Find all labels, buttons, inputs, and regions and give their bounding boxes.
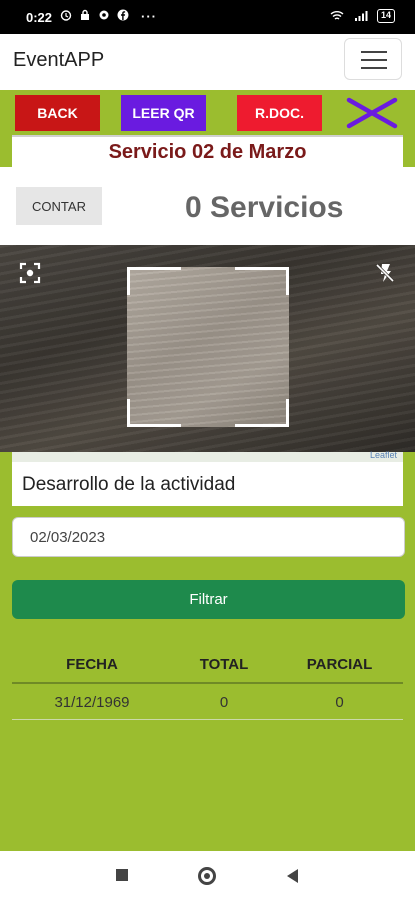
header-fecha: FECHA — [66, 656, 118, 673]
cell-total: 0 — [219, 694, 229, 711]
system-nav-bar — [0, 851, 415, 900]
table-header: FECHA TOTAL PARCIAL — [12, 650, 403, 684]
activity-label: Desarrollo de la actividad — [22, 474, 236, 495]
back-button[interactable]: BACK — [15, 95, 100, 131]
scan-target-box — [127, 267, 289, 427]
app-brand[interactable]: EventAPP — [13, 49, 104, 72]
cell-fecha: 31/12/1969 — [54, 694, 130, 711]
scan-corner — [127, 267, 181, 295]
status-bar: 0:22 ··· 14 — [0, 0, 415, 34]
results-table: FECHA TOTAL PARCIAL 31/12/1969 0 0 — [12, 650, 403, 720]
scan-corner — [235, 399, 289, 427]
scan-frame-icon[interactable] — [19, 262, 41, 284]
signal-icon — [354, 11, 368, 21]
qr-scanner-view[interactable] — [0, 245, 415, 452]
flash-off-icon[interactable] — [374, 262, 396, 284]
table-row: 31/12/1969 0 0 — [12, 684, 403, 720]
status-more-dots: ··· — [141, 9, 157, 24]
battery-icon: 14 — [376, 9, 395, 23]
close-x-icon[interactable] — [346, 97, 398, 129]
cell-parcial: 0 — [335, 694, 344, 711]
hamburger-bar — [361, 67, 387, 69]
alarm-icon — [60, 10, 72, 21]
services-count: 0 Servicios — [185, 191, 344, 224]
scan-corner — [235, 267, 289, 295]
map-strip: Leaflet — [12, 450, 403, 462]
facebook-icon — [117, 9, 129, 21]
status-time: 0:22 — [26, 10, 53, 25]
count-panel: CONTAR 0 Servicios — [0, 167, 415, 245]
app-navbar: EventAPP — [0, 34, 415, 90]
activity-section: Desarrollo de la actividad — [12, 462, 403, 506]
rdoc-button[interactable]: R.DOC. — [237, 95, 322, 131]
lock-icon — [81, 9, 89, 20]
date-filter-input[interactable] — [12, 517, 405, 557]
hamburger-bar — [361, 51, 387, 53]
service-title: Servicio 02 de Marzo — [12, 135, 403, 167]
nav-home-icon[interactable] — [198, 867, 216, 885]
scan-corner — [127, 399, 181, 427]
nav-recents-icon[interactable] — [116, 869, 128, 881]
hamburger-bar — [361, 59, 387, 61]
menu-toggle-button[interactable] — [344, 38, 402, 80]
wifi-icon — [330, 11, 344, 20]
header-parcial: PARCIAL — [306, 656, 373, 673]
header-total: TOTAL — [199, 656, 249, 673]
read-qr-button[interactable]: LEER QR — [121, 95, 206, 131]
filter-button[interactable]: Filtrar — [12, 580, 405, 619]
count-button[interactable]: CONTAR — [16, 187, 102, 225]
status-system-icons: 14 — [329, 9, 395, 23]
status-notification-icons — [60, 9, 129, 21]
map-attribution[interactable]: Leaflet — [370, 450, 397, 460]
settings-icon — [99, 10, 109, 20]
nav-back-icon[interactable] — [287, 869, 298, 883]
